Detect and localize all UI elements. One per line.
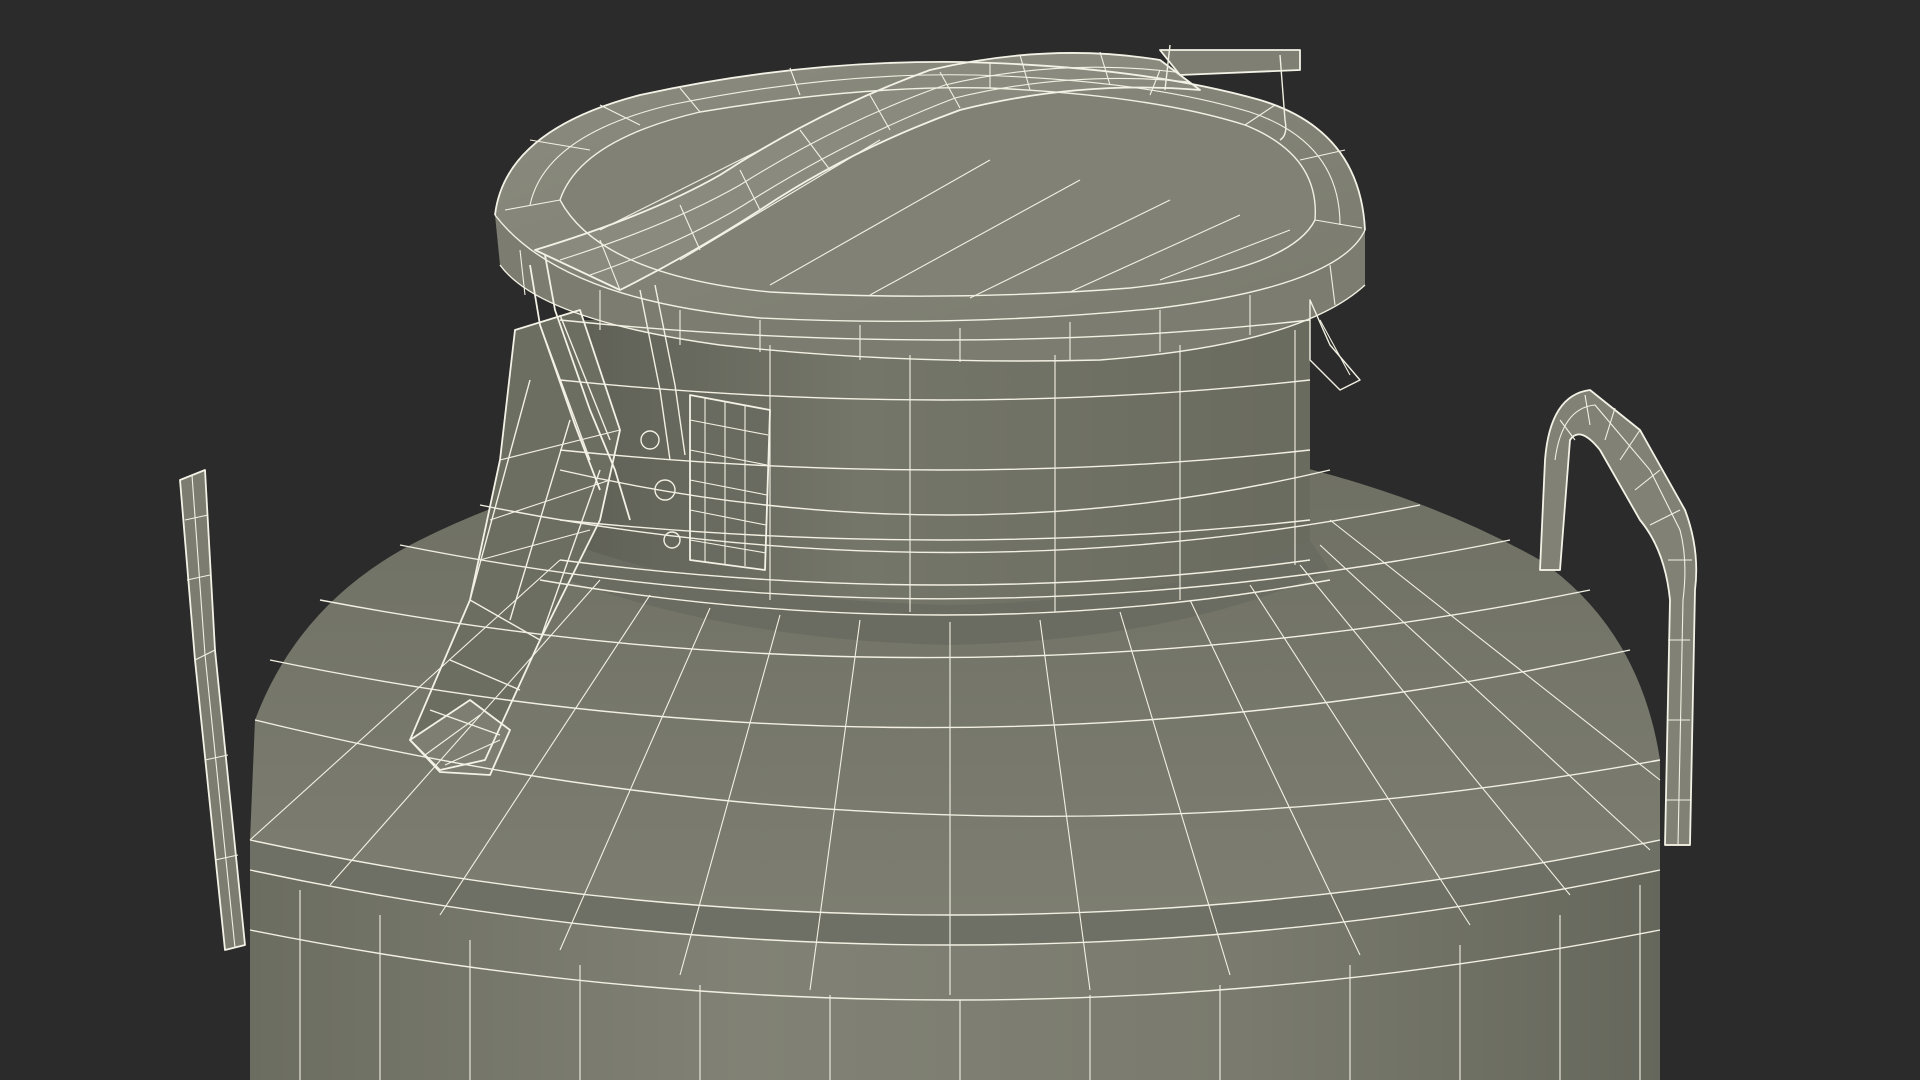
side-handle-left: [180, 470, 245, 950]
render-viewport: [0, 0, 1920, 1080]
milk-can-render: [179, 44, 1698, 1080]
